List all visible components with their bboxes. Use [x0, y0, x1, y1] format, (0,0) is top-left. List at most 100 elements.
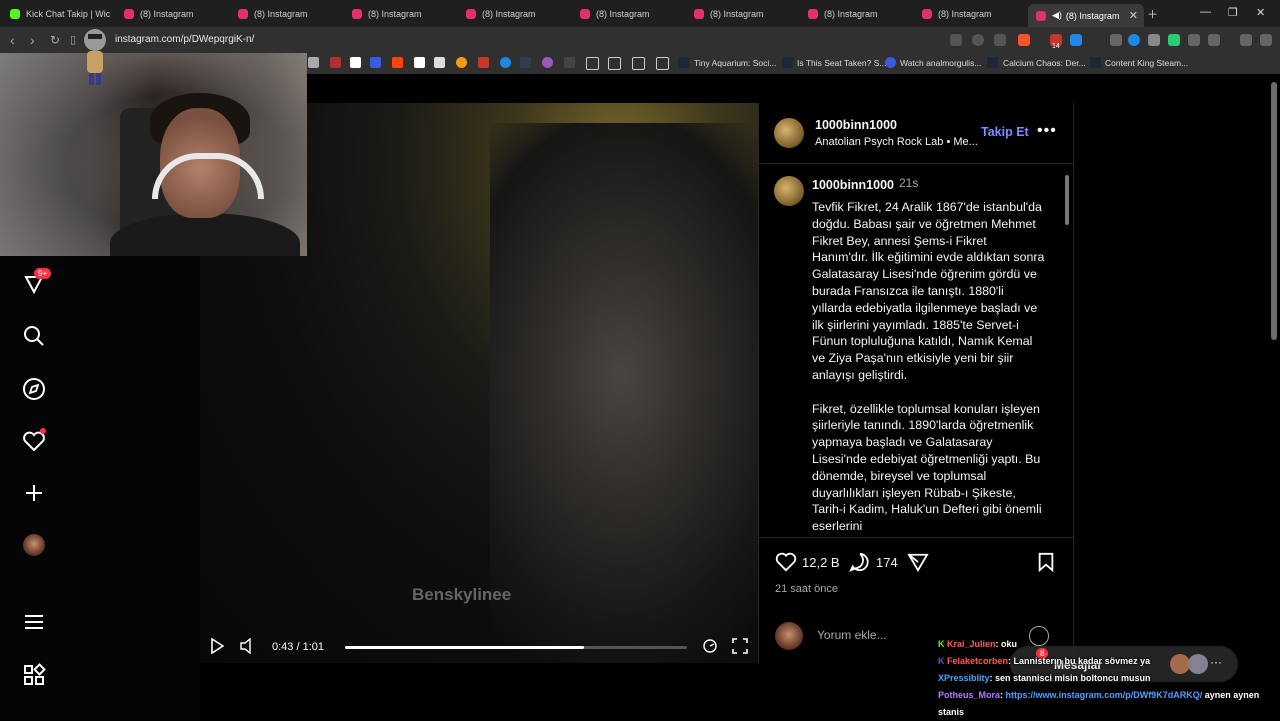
media-icon[interactable]: [1240, 34, 1252, 46]
page-scrollbar[interactable]: [1270, 74, 1278, 720]
post-header: 1000binn1000 Anatolian Psych Rock Lab • …: [759, 103, 1073, 164]
tab-instagram[interactable]: (8) Instagram: [238, 4, 338, 24]
comment-input[interactable]: Yorum ekle...: [817, 628, 887, 642]
speed-icon[interactable]: [702, 638, 718, 654]
volume-icon[interactable]: [240, 638, 254, 654]
tab-instagram[interactable]: (8) Instagram: [466, 4, 566, 24]
bookmark-link[interactable]: Content King Steam...: [1105, 58, 1188, 68]
url-field[interactable]: instagram.com/p/DWepqrgiK-n/: [115, 34, 254, 45]
brave-shield-icon[interactable]: [1018, 34, 1030, 46]
extension-icon[interactable]: [520, 57, 531, 68]
close-window-icon[interactable]: ✕: [1256, 6, 1265, 19]
caption-username[interactable]: 1000binn1000: [812, 178, 894, 192]
search-icon[interactable]: [22, 324, 46, 348]
more-apps-icon[interactable]: [22, 663, 46, 687]
like-icon[interactable]: [775, 552, 797, 572]
extension-icon[interactable]: [370, 57, 381, 68]
caption-scrollbar[interactable]: [1063, 165, 1071, 537]
close-tab-icon[interactable]: ✕: [1129, 9, 1138, 22]
bookmark-link[interactable]: Calcium Chaos: Der...: [1003, 58, 1086, 68]
share-icon[interactable]: [994, 34, 1006, 46]
audio-attribution[interactable]: Anatolian Psych Rock Lab • Me...: [815, 136, 978, 148]
extension-icon[interactable]: [434, 57, 445, 68]
follow-button[interactable]: Takip Et: [981, 125, 1029, 139]
video-progress-fill: [345, 646, 585, 649]
commenter-avatar: [775, 622, 803, 650]
video-progress-bar[interactable]: [345, 646, 687, 649]
chat-link[interactable]: https://www.instagram.com/p/DWf9K7dARKQ/: [1006, 690, 1203, 700]
chat-user: XPressiblity: [938, 673, 990, 683]
reload-icon[interactable]: ↻: [50, 33, 60, 47]
explore-icon[interactable]: [22, 377, 46, 401]
share-icon[interactable]: [907, 552, 929, 572]
new-tab-icon[interactable]: ＋: [1147, 6, 1158, 22]
extension-icon[interactable]: [500, 57, 511, 68]
instagram-icon: [1036, 10, 1046, 21]
tab-kick-chat[interactable]: Kick Chat Takip | Wich: [10, 4, 110, 24]
more-options-icon[interactable]: •••: [1037, 122, 1057, 140]
folder-icon[interactable]: [586, 57, 599, 70]
author-avatar[interactable]: [774, 118, 804, 148]
puzzle-icon[interactable]: [1188, 34, 1200, 46]
extension-icon[interactable]: [542, 57, 553, 68]
folder-icon[interactable]: [656, 57, 669, 70]
fullscreen-icon[interactable]: [732, 638, 748, 654]
comment-count[interactable]: 174: [876, 555, 898, 570]
tab-instagram[interactable]: (8) Instagram: [808, 4, 908, 24]
bookmark-link[interactable]: Watch analmorgulis...: [900, 58, 981, 68]
steam-icon: [782, 57, 793, 68]
menu-icon[interactable]: [22, 610, 46, 634]
tab-instagram[interactable]: (8) Instagram: [124, 4, 224, 24]
screen-cast-icon[interactable]: [950, 34, 962, 46]
site-icon: [885, 57, 896, 68]
play-icon[interactable]: [210, 638, 224, 654]
steam-icon: [1090, 57, 1101, 68]
reddit-icon[interactable]: [392, 57, 403, 68]
extension-icon[interactable]: [330, 57, 341, 68]
extension-icon[interactable]: [1070, 34, 1082, 46]
author-username[interactable]: 1000binn1000: [815, 118, 897, 132]
extension-icon[interactable]: [456, 57, 467, 68]
kick-icon: [10, 9, 20, 19]
restore-icon[interactable]: ❐: [1228, 6, 1238, 19]
folder-icon[interactable]: [608, 57, 621, 70]
extension-icon[interactable]: [1168, 34, 1180, 46]
tab-instagram[interactable]: (8) Instagram: [352, 4, 452, 24]
comment-icon[interactable]: [849, 552, 871, 572]
create-icon[interactable]: [22, 481, 46, 505]
scrollbar-thumb[interactable]: [1271, 82, 1277, 340]
profile-avatar[interactable]: [23, 534, 45, 556]
extension-icon[interactable]: [414, 57, 425, 68]
caption-scrollbar-thumb[interactable]: [1065, 175, 1069, 225]
folder-icon[interactable]: [632, 57, 645, 70]
sidebar-toggle-icon[interactable]: [1208, 34, 1220, 46]
chat-message: Potheus_Mora: https://www.instagram.com/…: [938, 687, 1280, 704]
tab-instagram[interactable]: (8) Instagram: [922, 4, 1022, 24]
back-icon[interactable]: ‹: [10, 32, 15, 48]
tab-instagram-active[interactable]: ◀) (8) Instagram ✕: [1028, 4, 1144, 27]
forward-icon[interactable]: ›: [30, 32, 35, 48]
bookmark-link[interactable]: Is This Seat Taken? S...: [797, 58, 886, 68]
chat-text: aynen aynen: [1202, 690, 1260, 700]
menu-icon[interactable]: [1260, 34, 1272, 46]
extension-icon[interactable]: [1148, 34, 1160, 46]
instagram-icon: [238, 9, 248, 19]
caption-paragraph: Fikret, özellikle toplumsal konuları işl…: [812, 401, 1042, 534]
minimize-icon[interactable]: —: [1200, 6, 1211, 18]
extension-icon[interactable]: [1110, 34, 1122, 46]
bookmark-link[interactable]: Tiny Aquarium: Soci...: [694, 58, 776, 68]
like-count[interactable]: 12,2 B: [802, 555, 840, 570]
tab-instagram[interactable]: (8) Instagram: [580, 4, 680, 24]
caption-avatar[interactable]: [774, 176, 804, 206]
bookmark-page-icon[interactable]: ▯: [70, 33, 76, 46]
extension-icon[interactable]: [478, 57, 489, 68]
tab-instagram[interactable]: (8) Instagram: [694, 4, 794, 24]
extension-icon[interactable]: [1128, 34, 1140, 46]
tab-strip: Kick Chat Takip | Wich (8) Instagram (8)…: [0, 0, 1280, 27]
extension-icon[interactable]: [564, 57, 575, 68]
zoom-icon[interactable]: [972, 34, 984, 46]
x-icon[interactable]: [350, 57, 361, 68]
extension-icon[interactable]: [308, 57, 319, 68]
save-icon[interactable]: [1037, 552, 1055, 572]
posted-time: 21 saat önce: [775, 583, 838, 595]
